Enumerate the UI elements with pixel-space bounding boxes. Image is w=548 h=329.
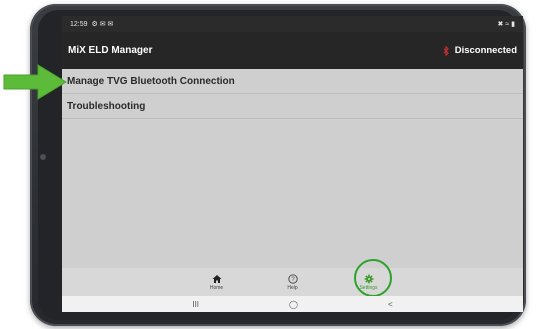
system-status-icons: ✖ ≈ ▮ xyxy=(497,21,515,28)
nav-settings[interactable]: Settings xyxy=(331,268,407,296)
home-button[interactable]: ◯ xyxy=(289,300,298,309)
recents-button[interactable]: III xyxy=(192,300,199,309)
bottom-navigation: Home ? Help Settings xyxy=(62,268,523,296)
back-button[interactable]: < xyxy=(388,300,393,309)
connection-status-label: Disconnected xyxy=(454,45,517,56)
home-icon xyxy=(211,274,222,285)
connection-status[interactable]: Disconnected xyxy=(442,45,517,56)
list-item-troubleshooting[interactable]: Troubleshooting xyxy=(62,94,523,119)
settings-list: Manage TVG Bluetooth Connection Troubles… xyxy=(62,69,523,119)
camera-dot xyxy=(40,154,46,160)
system-navigation-bar: III ◯ < xyxy=(62,296,523,312)
notification-icons: ⚙ ✉ ✉ xyxy=(91,21,114,28)
svg-text:?: ? xyxy=(291,277,295,283)
nav-help[interactable]: ? Help xyxy=(255,268,331,296)
app-title: MiX ELD Manager xyxy=(68,45,153,56)
tablet-screen: 12:59 ⚙ ✉ ✉ ✖ ≈ ▮ MiX ELD Manager Discon… xyxy=(62,16,523,312)
bluetooth-disabled-icon xyxy=(443,45,449,56)
list-item-manage-tvg-bluetooth[interactable]: Manage TVG Bluetooth Connection xyxy=(62,69,523,94)
pointer-arrow-icon xyxy=(3,64,67,100)
nav-home[interactable]: Home xyxy=(179,268,255,296)
nav-help-label: Help xyxy=(287,284,298,291)
status-time: 12:59 xyxy=(70,20,88,28)
help-icon: ? xyxy=(287,274,298,285)
gear-icon xyxy=(363,274,374,285)
app-bar: MiX ELD Manager Disconnected xyxy=(62,32,523,69)
status-bar: 12:59 ⚙ ✉ ✉ ✖ ≈ ▮ xyxy=(62,16,523,32)
nav-home-label: Home xyxy=(209,284,224,291)
list-item-label: Troubleshooting xyxy=(67,100,146,112)
nav-settings-label: Settings xyxy=(359,284,378,291)
list-item-label: Manage TVG Bluetooth Connection xyxy=(67,75,235,87)
